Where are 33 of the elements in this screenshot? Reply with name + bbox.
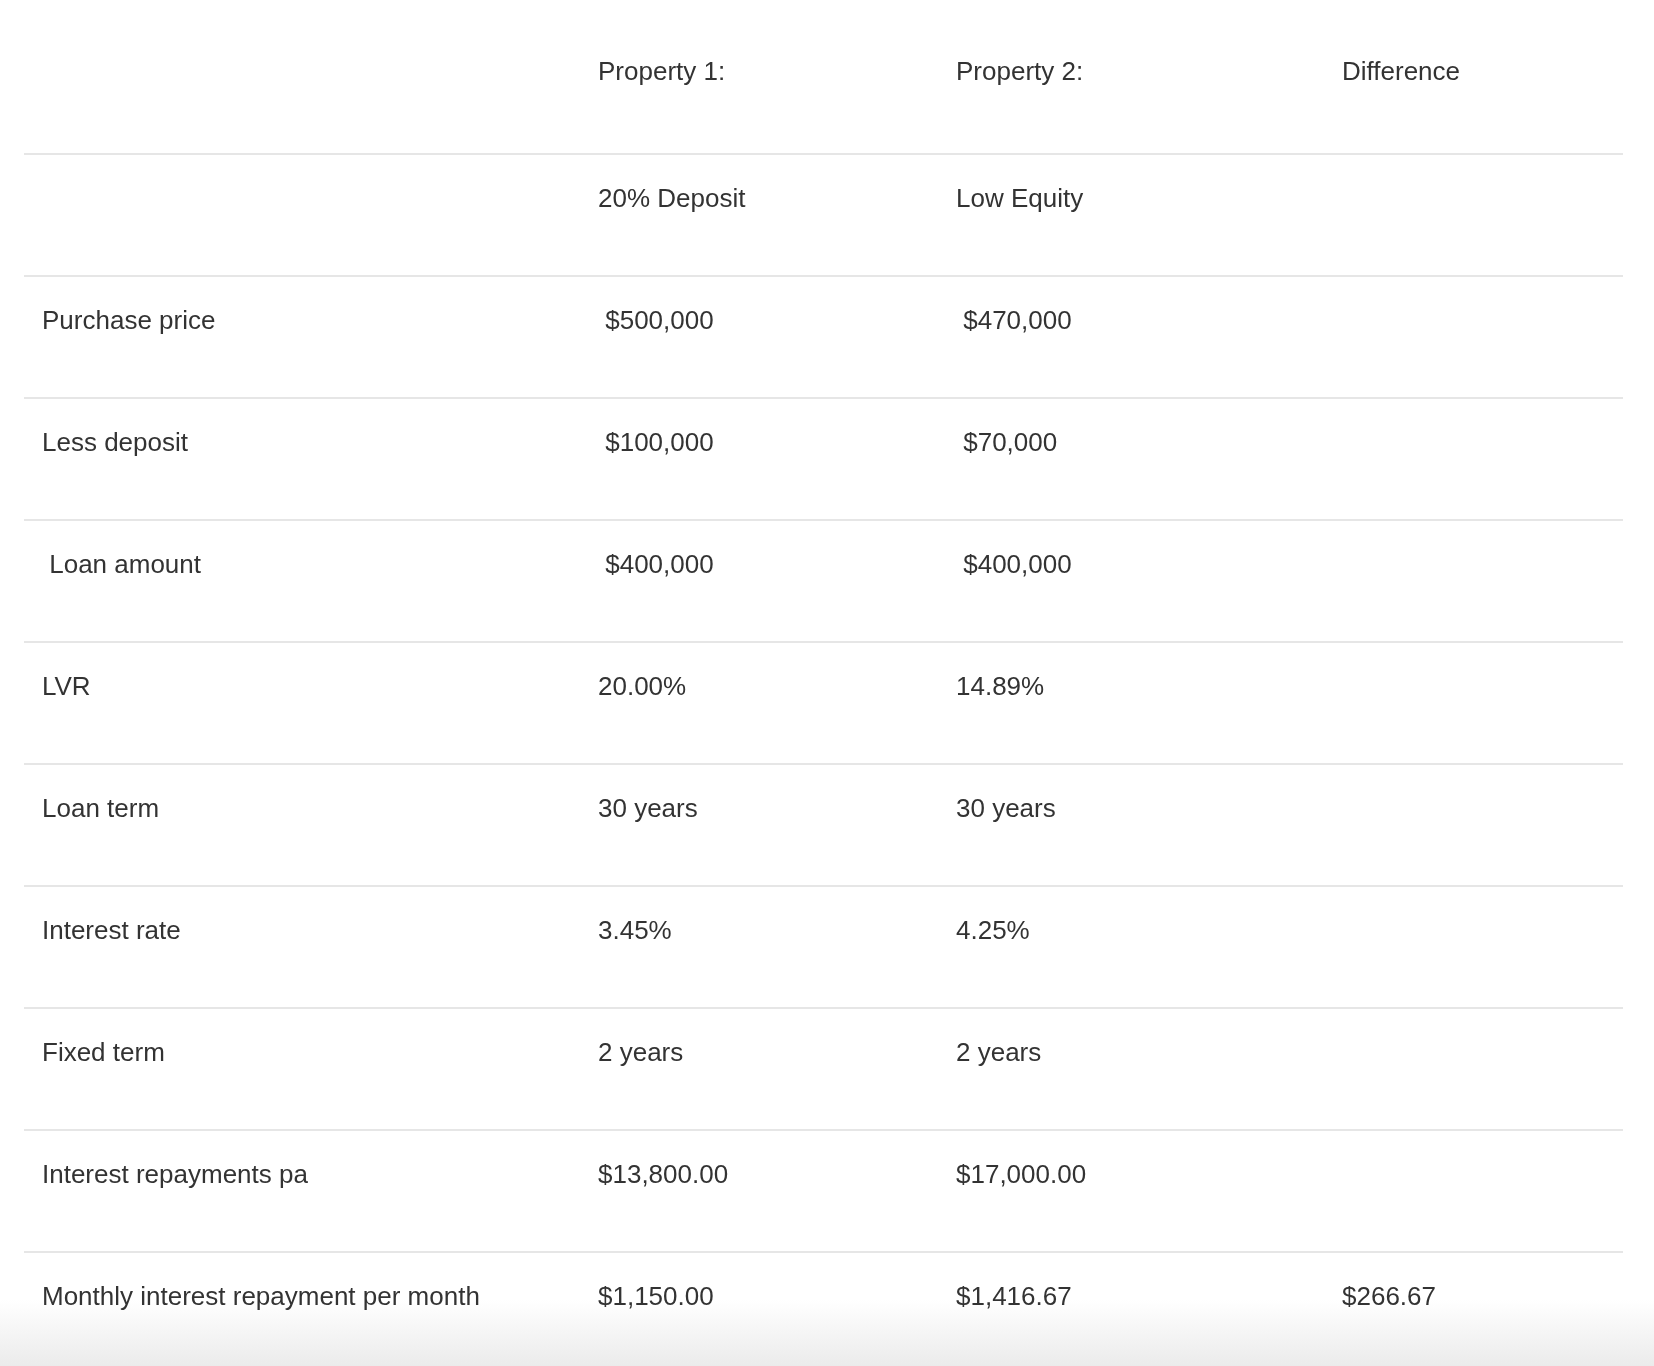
table-cell: 20.00% xyxy=(598,671,687,702)
column-header: Difference xyxy=(1342,56,1461,87)
table-cell: 20% Deposit xyxy=(598,183,746,214)
table-cell-text: $70,000 xyxy=(962,427,1058,458)
table-cell: 4.25% xyxy=(956,915,1030,946)
table-cell: $13,800.00 xyxy=(598,1159,729,1190)
table-cell: 2 years xyxy=(956,1037,1042,1068)
table-cell-text: $400,000 xyxy=(604,549,714,580)
table-cell: 2 years xyxy=(598,1037,684,1068)
row-label: Fixed term xyxy=(42,1037,165,1068)
column-header: Property 1: xyxy=(598,56,726,87)
row-label: Interest rate xyxy=(42,915,181,946)
column-header: Property 2: xyxy=(956,56,1084,87)
row-label: Loan amount xyxy=(48,549,201,580)
table-cell: 14.89% xyxy=(956,671,1045,702)
table-cell-text: $100,000 xyxy=(604,427,714,458)
table-cell: 3.45% xyxy=(598,915,672,946)
table-cell-text: $500,000 xyxy=(604,305,714,336)
row-label: Monthly interest repayment per month xyxy=(42,1281,480,1312)
table-cell: 30 years xyxy=(956,793,1056,824)
table-cell-text: $470,000 xyxy=(962,305,1072,336)
table-cell: $266.67 xyxy=(1342,1281,1436,1312)
table-cell-text: $400,000 xyxy=(962,549,1072,580)
table-cell: Low Equity xyxy=(956,183,1084,214)
table-cell: 30 years xyxy=(598,793,698,824)
table-cell: $1,416.67 xyxy=(956,1281,1072,1312)
row-label: Interest repayments pa xyxy=(42,1159,308,1190)
row-label: Purchase price xyxy=(42,305,216,336)
row-label: LVR xyxy=(42,671,91,702)
row-label: Less deposit xyxy=(42,427,188,458)
table-cell: $17,000.00 xyxy=(956,1159,1087,1190)
table-cell: $1,150.00 xyxy=(598,1281,714,1312)
row-label: Loan term xyxy=(42,793,160,824)
